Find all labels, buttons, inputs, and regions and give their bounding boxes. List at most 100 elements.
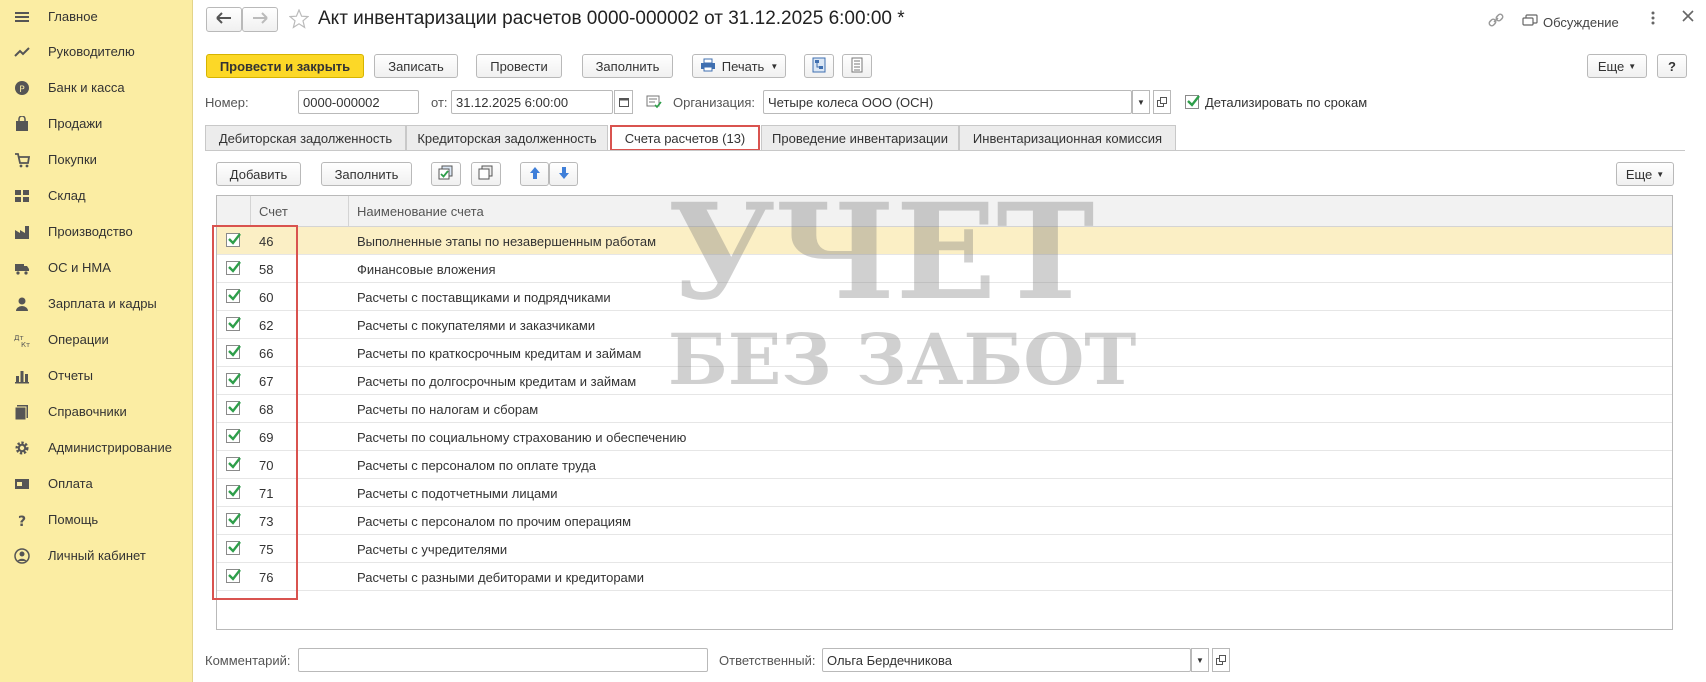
- table-row[interactable]: 68 Расчеты по налогам и сборам: [217, 395, 1672, 423]
- table-row[interactable]: 62 Расчеты с покупателями и заказчиками: [217, 311, 1672, 339]
- sidebar-item-account[interactable]: Личный кабинет: [0, 539, 192, 573]
- table-row[interactable]: 70 Расчеты с персоналом по оплате труда: [217, 451, 1672, 479]
- close-icon[interactable]: [1682, 10, 1694, 25]
- row-checkbox[interactable]: [226, 317, 241, 331]
- dropdown-arrow-icon: ▼: [1628, 61, 1637, 71]
- tab-settlement-accounts[interactable]: Счета расчетов (13): [610, 125, 760, 151]
- column-divider: [250, 196, 251, 226]
- post-and-close-button[interactable]: Провести и закрыть: [206, 54, 364, 78]
- table-row[interactable]: 60 Расчеты с поставщиками и подрядчиками: [217, 283, 1672, 311]
- fill-button[interactable]: Заполнить: [582, 54, 673, 78]
- table-row[interactable]: 67 Расчеты по долгосрочным кредитам и зай…: [217, 367, 1672, 395]
- post-button[interactable]: Провести: [476, 54, 562, 78]
- row-checkbox[interactable]: [226, 289, 241, 303]
- add-button[interactable]: Добавить: [216, 162, 301, 186]
- dropdown-arrow-icon: ▼: [1656, 169, 1665, 179]
- move-down-button[interactable]: [549, 162, 578, 186]
- save-label: Записать: [388, 58, 444, 74]
- number-field[interactable]: 0000-000002: [298, 90, 419, 114]
- sidebar-item-help[interactable]: ? Помощь: [0, 503, 192, 537]
- row-checkbox[interactable]: [226, 373, 241, 387]
- tab-inventory-posting[interactable]: Проведение инвентаризации: [761, 125, 959, 151]
- table-fill-button[interactable]: Заполнить: [321, 162, 412, 186]
- column-header-name[interactable]: Наименование счета: [357, 204, 484, 219]
- responsible-field[interactable]: Ольга Бердечникова: [822, 648, 1191, 672]
- check-all-button[interactable]: [431, 162, 461, 186]
- calendar-button[interactable]: [614, 90, 633, 114]
- forward-button[interactable]: [242, 7, 278, 32]
- row-checkbox[interactable]: [226, 541, 241, 555]
- table-more-label: Еще: [1625, 166, 1653, 182]
- sidebar-item-assets[interactable]: ОС и НМА: [0, 251, 192, 285]
- tab-receivables[interactable]: Дебиторская задолженность: [205, 125, 406, 151]
- responsible-open-button[interactable]: [1212, 648, 1230, 672]
- account-name: Выполненные этапы по незавершенным работ…: [357, 234, 657, 249]
- row-checkbox[interactable]: [226, 401, 241, 415]
- table-row[interactable]: 71 Расчеты с подотчетными лицами: [217, 479, 1672, 507]
- row-checkbox[interactable]: [226, 569, 241, 583]
- sidebar-item-production[interactable]: Производство: [0, 215, 192, 249]
- sidebar-item-reports[interactable]: Отчеты: [0, 359, 192, 393]
- sidebar-item-warehouse[interactable]: Склад: [0, 179, 192, 213]
- row-checkbox[interactable]: [226, 233, 241, 247]
- posting-icon[interactable]: [646, 95, 662, 112]
- organization-label: Организация:: [673, 95, 756, 110]
- comment-field[interactable]: [298, 648, 708, 672]
- organization-field[interactable]: Четыре колеса ООО (ОСН): [763, 90, 1132, 114]
- row-checkbox[interactable]: [226, 485, 241, 499]
- detail-by-terms-checkbox[interactable]: [1185, 95, 1200, 109]
- responsible-dropdown-button[interactable]: ▼: [1191, 648, 1209, 672]
- link-icon[interactable]: [1488, 12, 1504, 31]
- date-field[interactable]: 31.12.2025 6:00:00: [451, 90, 613, 114]
- structure-button[interactable]: [804, 54, 834, 78]
- table-row[interactable]: 69 Расчеты по социальному страхованию и о…: [217, 423, 1672, 451]
- sidebar-item-admin[interactable]: Администрирование: [0, 431, 192, 465]
- sidebar-item-salary[interactable]: Зарплата и кадры: [0, 287, 192, 321]
- row-checkbox[interactable]: [226, 513, 241, 527]
- table-row[interactable]: 73 Расчеты с персоналом по прочим операци…: [217, 507, 1672, 535]
- organization-open-button[interactable]: [1153, 90, 1171, 114]
- sidebar-item-manager[interactable]: Руководителю: [0, 35, 192, 69]
- checkmark-icon: [228, 261, 241, 273]
- sidebar-item-sales[interactable]: Продажи: [0, 107, 192, 141]
- document-button[interactable]: [842, 54, 872, 78]
- table-row[interactable]: 66 Расчеты по краткосрочным кредитам и за…: [217, 339, 1672, 367]
- sidebar-item-label: Операции: [48, 332, 109, 347]
- account-name: Расчеты по краткосрочным кредитам и займ…: [357, 346, 642, 361]
- back-button[interactable]: [206, 7, 242, 32]
- table-row[interactable]: 76 Расчеты с разными дебиторами и кредито…: [217, 563, 1672, 591]
- table-more-button[interactable]: Еще ▼: [1616, 162, 1674, 186]
- sidebar-item-label: Банк и касса: [48, 80, 125, 95]
- tab-payables[interactable]: Кредиторская задолженность: [406, 125, 608, 151]
- row-checkbox[interactable]: [226, 457, 241, 471]
- uncheck-all-button[interactable]: [471, 162, 501, 186]
- discussion-button[interactable]: Обсуждение: [1522, 14, 1619, 31]
- sidebar-item-payment[interactable]: Оплата: [0, 467, 192, 501]
- tab-inventory-commission[interactable]: Инвентаризационная комиссия: [959, 125, 1176, 151]
- sidebar-item-purchases[interactable]: Покупки: [0, 143, 192, 177]
- sidebar-item-operations[interactable]: Дт Кт Операции: [0, 323, 192, 357]
- checkmark-icon: [228, 429, 241, 441]
- help-button[interactable]: ?: [1657, 54, 1687, 78]
- save-button[interactable]: Записать: [374, 54, 458, 78]
- organization-dropdown-button[interactable]: ▼: [1132, 90, 1150, 114]
- move-up-button[interactable]: [520, 162, 549, 186]
- table-row[interactable]: 46 Выполненные этапы по незавершенным раб…: [217, 227, 1672, 255]
- more-actions-icon[interactable]: [1650, 10, 1656, 29]
- sidebar-item-catalogs[interactable]: Справочники: [0, 395, 192, 429]
- row-checkbox[interactable]: [226, 429, 241, 443]
- print-button[interactable]: Печать ▼: [692, 54, 786, 78]
- more-button[interactable]: Еще ▼: [1587, 54, 1647, 78]
- open-icon: [1157, 95, 1167, 110]
- table-row[interactable]: 58 Финансовые вложения: [217, 255, 1672, 283]
- sidebar-item-main[interactable]: Главное: [0, 0, 192, 34]
- checkmark-icon: [228, 345, 241, 357]
- column-header-account[interactable]: Счет: [259, 204, 288, 219]
- favorite-star-icon[interactable]: [288, 8, 310, 32]
- row-checkbox[interactable]: [226, 345, 241, 359]
- svg-text:Кт: Кт: [21, 341, 30, 348]
- row-checkbox[interactable]: [226, 261, 241, 275]
- table-row[interactable]: 75 Расчеты с учредителями: [217, 535, 1672, 563]
- sidebar-item-bank[interactable]: P Банк и касса: [0, 71, 192, 105]
- page-title: Акт инвентаризации расчетов 0000-000002 …: [318, 8, 905, 29]
